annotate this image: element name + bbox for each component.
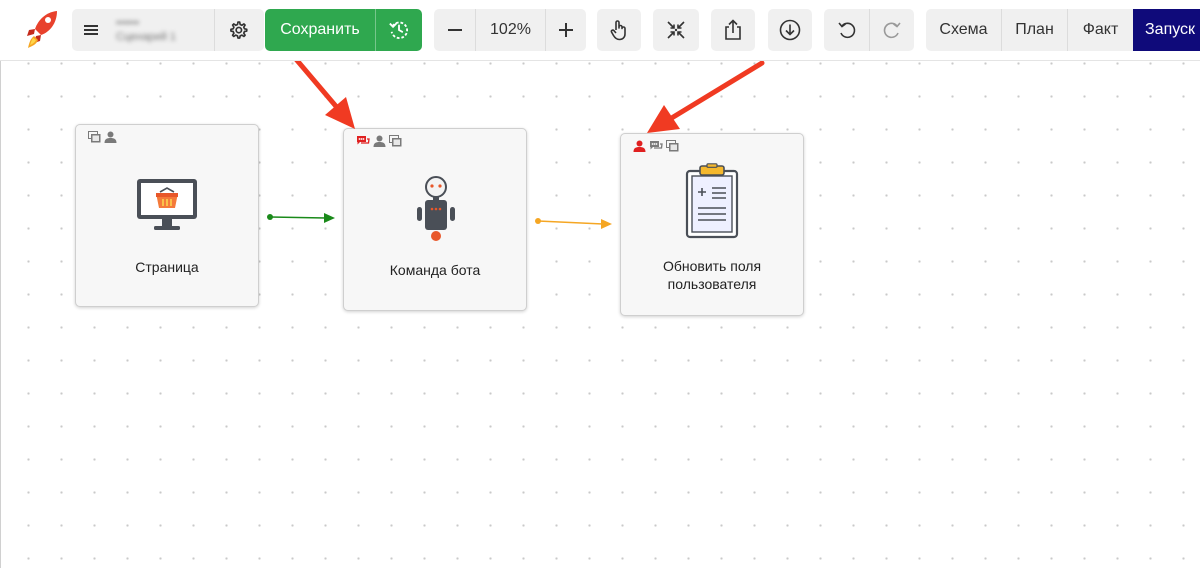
flow-canvas[interactable]: Страница Команда бота Обновить поля поль… — [0, 61, 1200, 568]
save-button[interactable]: Сохранить — [265, 9, 375, 51]
node-title: Команда бота — [389, 262, 481, 278]
redo-icon — [883, 22, 901, 39]
view-tabs: Схема План Факт Запуск — [926, 9, 1200, 51]
chat-icon — [357, 136, 370, 145]
node-title: Страница — [135, 259, 199, 275]
chat-icon — [650, 141, 663, 150]
share-upload-icon — [725, 19, 741, 40]
settings-button[interactable] — [214, 9, 260, 51]
zoom-group: 102% — [434, 9, 586, 51]
history-button[interactable] — [375, 9, 422, 51]
node-badges — [633, 140, 679, 152]
screens-icon — [88, 131, 101, 143]
save-group: Сохранить — [265, 9, 422, 51]
export-button[interactable] — [711, 9, 755, 51]
zoom-in-button[interactable] — [545, 9, 586, 51]
plus-icon — [559, 23, 573, 37]
undo-button[interactable] — [824, 9, 869, 51]
tab-fact[interactable]: Факт — [1067, 9, 1133, 51]
tab-plan[interactable]: План — [1001, 9, 1067, 51]
scenario-name-line2: Сценарий 1 — [116, 31, 177, 43]
download-circle-icon — [779, 19, 801, 41]
toolbar: •••••• Сценарий 1 Сохранить 102% Схема П… — [0, 0, 1200, 61]
collapse-arrows-icon — [667, 21, 685, 39]
rocket-icon[interactable] — [24, 8, 60, 50]
scenario-name[interactable]: •••••• Сценарий 1 — [110, 9, 214, 51]
tab-scheme[interactable]: Схема — [926, 9, 1001, 51]
node-bot-command[interactable]: Команда бота — [343, 128, 527, 311]
minus-icon — [447, 29, 462, 31]
scenario-name-line1: •••••• — [116, 17, 140, 29]
screens-icon — [666, 140, 679, 152]
user-icon — [104, 131, 117, 143]
screens-icon — [389, 135, 402, 147]
run-button[interactable]: Запуск — [1133, 9, 1200, 51]
edge-bot-to-update[interactable] — [535, 218, 612, 229]
user-icon — [633, 140, 646, 152]
clipboard-icon — [685, 163, 739, 239]
menu-button[interactable] — [72, 9, 110, 51]
clock-history-icon — [389, 21, 409, 39]
user-icon — [373, 135, 386, 147]
undo-icon — [837, 22, 855, 39]
node-page[interactable]: Страница — [75, 124, 259, 307]
node-update-user-fields[interactable]: Обновить поля пользователя — [620, 133, 804, 316]
hand-pointer-icon — [610, 20, 626, 41]
monitor-basket-icon — [137, 179, 197, 230]
zoom-level[interactable]: 102% — [475, 9, 545, 51]
hamburger-icon — [84, 25, 98, 35]
zoom-out-button[interactable] — [434, 9, 475, 51]
download-button[interactable] — [768, 9, 812, 51]
history-nav-group — [824, 9, 914, 51]
robot-icon — [417, 176, 455, 241]
node-badges — [88, 131, 117, 143]
edge-page-to-bot[interactable] — [267, 213, 335, 223]
scenario-group: •••••• Сценарий 1 — [72, 9, 264, 51]
pan-button[interactable] — [597, 9, 641, 51]
fit-view-button[interactable] — [653, 9, 699, 51]
node-badges — [356, 135, 402, 147]
node-title: Обновить поля пользователя — [662, 258, 762, 292]
gear-icon — [229, 21, 248, 39]
redo-button[interactable] — [869, 9, 914, 51]
